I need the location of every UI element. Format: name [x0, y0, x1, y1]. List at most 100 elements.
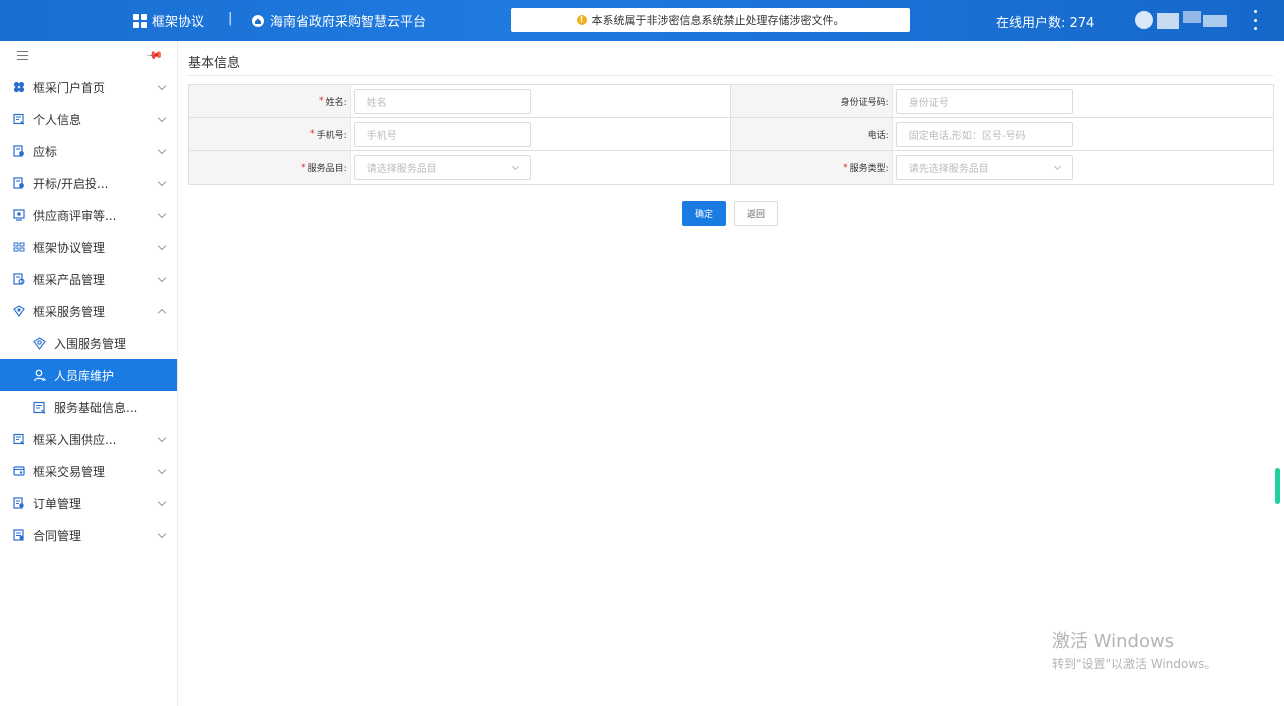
- contract-icon: [13, 242, 25, 252]
- confirm-button[interactable]: 确定: [682, 201, 726, 226]
- field-cell: 请先选择服务品目: [893, 151, 1273, 184]
- sidebar-item-supplier-review[interactable]: 供应商评审等...: [0, 199, 177, 231]
- pin-icon[interactable]: 📌: [145, 46, 164, 65]
- sidebar-item-label: 个人信息: [33, 112, 82, 127]
- sidebar-item-label: 合同管理: [33, 528, 82, 543]
- back-button[interactable]: 返回: [734, 201, 778, 226]
- sidebar-subitem-enrolled-services[interactable]: 入围服务管理: [0, 327, 177, 359]
- header-separator: |: [228, 11, 233, 26]
- platform-label: 海南省政府采购智慧云平台: [270, 15, 427, 30]
- sidebar-item-product-management[interactable]: 框采产品管理: [0, 263, 177, 295]
- more-menu-icon[interactable]: [1252, 10, 1258, 30]
- chevron-down-icon: [157, 145, 167, 155]
- windows-activation-watermark: 激活 Windows 转到"设置"以激活 Windows。: [1052, 627, 1216, 672]
- chevron-down-icon: [157, 81, 167, 91]
- sidebar-item-label: 应标: [33, 144, 58, 159]
- watermark-subtitle: 转到"设置"以激活 Windows。: [1052, 657, 1217, 671]
- personnel-form: * 姓名: 姓名 身份证号码: 身份证号 * 手机号: 手机号 电话: 固定电话,形…: [188, 84, 1274, 185]
- clover-icon: [13, 81, 25, 93]
- sidebar-item-label: 入围服务管理: [54, 336, 127, 351]
- field-label: * 手机号:: [189, 118, 351, 150]
- service-item-select[interactable]: 请选择服务品目: [353, 155, 531, 180]
- brand-label: 框架协议: [152, 15, 205, 30]
- doc-gear-icon: [13, 177, 24, 189]
- field-label: * 服务类型:: [731, 151, 893, 184]
- sidebar-item-label: 服务基础信息...: [54, 400, 138, 415]
- chevron-down-icon: [157, 465, 167, 475]
- service-type-select[interactable]: 请先选择服务品目: [895, 155, 1073, 180]
- required-mark: *: [310, 129, 315, 139]
- mobile-input[interactable]: 手机号: [353, 121, 531, 147]
- sidebar-item-label: 供应商评审等...: [33, 208, 117, 223]
- doc-gear-icon: [13, 529, 24, 541]
- sidebar-item-order-management[interactable]: 订单管理: [0, 487, 177, 519]
- watermark-title: 激活 Windows: [1052, 631, 1175, 652]
- chevron-down-icon: [511, 162, 519, 171]
- field-cell: 请选择服务品目: [351, 151, 731, 184]
- sidebar-item-bidding[interactable]: 应标: [0, 135, 177, 167]
- form-row: * 手机号: 手机号 电话: 固定电话,形如：区号-号码: [189, 118, 1273, 151]
- avatar-icon: [1135, 11, 1153, 29]
- sidebar-item-label: 人员库维护: [54, 368, 115, 383]
- doc-gear-icon: [13, 273, 25, 285]
- sidebar-subitem-service-basic-info[interactable]: 服务基础信息...: [0, 391, 177, 423]
- section-title: 基本信息: [188, 41, 1274, 76]
- apps-grid-icon: [133, 13, 147, 28]
- doc-gear-icon: [13, 145, 24, 157]
- sidebar-item-label: 框采入围供应...: [33, 432, 117, 447]
- required-mark: *: [301, 162, 306, 173]
- field-cell: 姓名: [351, 85, 731, 117]
- doc-gear-icon: [13, 497, 24, 509]
- sidebar: 📌 框采门户首页 个人信息 应标 开标/开启投... 供应商评审等... 框架协…: [0, 41, 178, 706]
- top-bar: 框架协议 | 海南省政府采购智慧云平台 ! 本系统属于非涉密信息系统禁止处理存储…: [0, 0, 1284, 41]
- chevron-down-icon: [157, 113, 167, 123]
- notice-text: 本系统属于非涉密信息系统禁止处理存储涉密文件。: [591, 14, 845, 27]
- sidebar-item-transaction-management[interactable]: 框采交易管理: [0, 455, 177, 487]
- field-cell: 身份证号: [893, 85, 1273, 117]
- sidebar-item-service-management[interactable]: 框采服务管理: [0, 295, 177, 327]
- home-icon: [252, 14, 264, 27]
- person-icon: [33, 369, 46, 381]
- field-cell: 手机号: [351, 118, 731, 150]
- service-icon: [33, 336, 46, 350]
- sidebar-item-label: 框采门户首页: [33, 80, 106, 95]
- field-label: * 服务品目:: [189, 151, 351, 184]
- sidebar-item-label: 框采产品管理: [33, 272, 106, 287]
- form-row: * 服务品目: 请选择服务品目 * 服务类型: 请先选择服务品目: [189, 151, 1273, 184]
- monitor-icon: [13, 209, 25, 221]
- scroll-indicator[interactable]: [1275, 468, 1280, 504]
- hamburger-icon[interactable]: [17, 51, 28, 60]
- id-card-icon: [13, 433, 25, 445]
- sidebar-item-portal-home[interactable]: 框采门户首页: [0, 71, 177, 103]
- sidebar-item-label: 框架协议管理: [33, 240, 106, 255]
- phone-input[interactable]: 固定电话,形如：区号-号码: [895, 121, 1073, 147]
- field-label: * 姓名:: [189, 85, 351, 117]
- id-number-input[interactable]: 身份证号: [895, 88, 1073, 114]
- chevron-down-icon: [157, 433, 167, 443]
- sidebar-item-framework-agreement[interactable]: 框架协议管理: [0, 231, 177, 263]
- sidebar-item-label: 订单管理: [33, 496, 82, 511]
- sidebar-item-personal-info[interactable]: 个人信息: [0, 103, 177, 135]
- service-icon: [13, 305, 25, 317]
- form-actions: 确定 返回: [682, 201, 778, 226]
- sidebar-item-bid-opening[interactable]: 开标/开启投...: [0, 167, 177, 199]
- id-card-icon: [33, 401, 46, 414]
- sidebar-subitem-personnel[interactable]: 人员库维护: [0, 359, 177, 391]
- sidebar-header: 📌: [0, 41, 177, 71]
- chevron-down-icon: [157, 529, 167, 539]
- wallet-icon: [13, 466, 25, 476]
- field-label: 电话:: [731, 118, 893, 150]
- sidebar-item-label: 开标/开启投...: [33, 176, 109, 191]
- chevron-down-icon: [1053, 162, 1061, 171]
- sidebar-item-contract-management[interactable]: 合同管理: [0, 519, 177, 551]
- brand[interactable]: 框架协议: [133, 11, 204, 30]
- chevron-down-icon: [157, 177, 167, 187]
- chevron-up-icon: [157, 308, 167, 318]
- user-avatar[interactable]: [1135, 9, 1227, 31]
- chevron-down-icon: [157, 497, 167, 507]
- name-input[interactable]: 姓名: [353, 88, 531, 114]
- required-mark: *: [843, 162, 848, 173]
- platform-link[interactable]: 海南省政府采购智慧云平台: [252, 11, 426, 30]
- sidebar-item-enrolled-suppliers[interactable]: 框采入围供应...: [0, 423, 177, 455]
- id-card-icon: [13, 113, 25, 125]
